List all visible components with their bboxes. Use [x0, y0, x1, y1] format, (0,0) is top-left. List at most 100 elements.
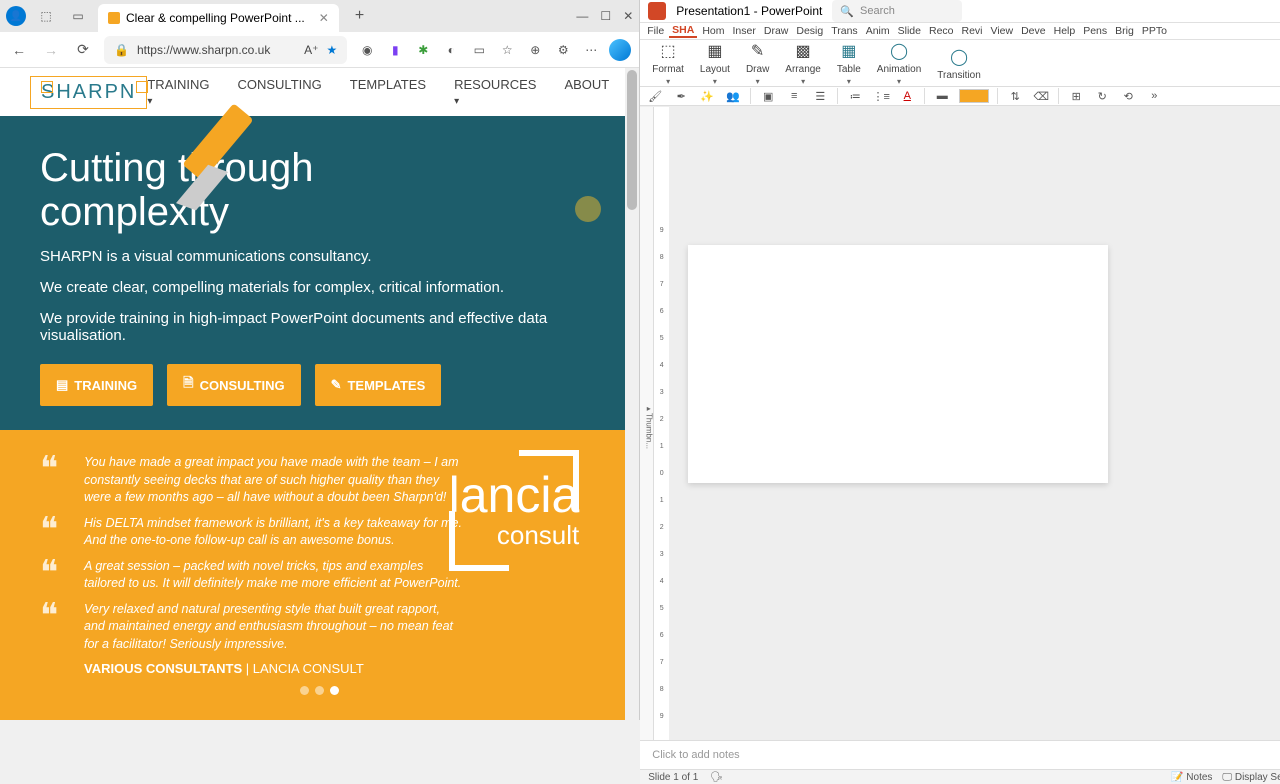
minimize-icon[interactable]: —: [576, 9, 588, 23]
tab-transitions[interactable]: Trans: [828, 25, 860, 37]
extensions-icon[interactable]: ⚙: [553, 40, 573, 60]
ribbon-transition[interactable]: ◯Transition: [929, 46, 989, 81]
copilot-icon[interactable]: [609, 39, 631, 61]
qat-spacing-icon[interactable]: ⇅: [1006, 87, 1024, 105]
qat-fill-color[interactable]: [959, 89, 989, 103]
ribbon-animation[interactable]: ◯Animation▾: [869, 40, 929, 86]
back-button[interactable]: ←: [8, 39, 30, 61]
accessibility-icon[interactable]: 🗣: [710, 772, 723, 783]
nav-consulting[interactable]: CONSULTING: [237, 77, 321, 107]
document-icon: 🗎: [183, 374, 193, 396]
slide[interactable]: [688, 245, 1108, 483]
site-logo[interactable]: SHARPN: [30, 76, 147, 109]
tab-insert[interactable]: Inser: [730, 25, 759, 37]
tab-review[interactable]: Revi: [959, 25, 986, 37]
browser-tab[interactable]: Clear & compelling PowerPoint ... ✕: [98, 4, 339, 32]
ribbon-table[interactable]: ▦Table▾: [829, 40, 869, 86]
nav-about[interactable]: ABOUT: [564, 77, 609, 107]
tab-design[interactable]: Desig: [793, 25, 826, 37]
tab-record[interactable]: Reco: [926, 25, 957, 37]
qat-list-icon[interactable]: ≔: [846, 87, 864, 105]
qat-more-icon[interactable]: »: [1145, 87, 1163, 105]
thumbnail-panel-collapsed[interactable]: ▸ Thumbn...: [640, 107, 654, 740]
extension-icon-1[interactable]: ◉: [357, 40, 377, 60]
favorite-icon[interactable]: ★: [326, 43, 337, 57]
qat-magic-icon[interactable]: ✨: [698, 87, 716, 105]
expand-icon[interactable]: ▸: [644, 404, 653, 413]
carousel-dot-2[interactable]: [315, 686, 324, 695]
tabs-icon[interactable]: ▭: [66, 4, 90, 28]
tab-bright[interactable]: Brig: [1112, 25, 1137, 37]
tab-ppto[interactable]: PPTo: [1139, 25, 1170, 37]
menu-icon[interactable]: ⋯: [581, 40, 601, 60]
qat-align-icon[interactable]: ≡: [785, 87, 803, 105]
refresh-button[interactable]: ⟳: [72, 39, 94, 61]
cta-training[interactable]: ▤TRAINING: [40, 364, 153, 406]
extension-icon-3[interactable]: ✱: [413, 40, 433, 60]
scrollbar[interactable]: [625, 68, 639, 720]
carousel-dot-1[interactable]: [300, 686, 309, 695]
profile-icon[interactable]: 👤: [6, 6, 26, 26]
tab-developer[interactable]: Deve: [1018, 25, 1049, 37]
favorites-bar-icon[interactable]: ☆: [497, 40, 517, 60]
ribbon: ⬚Format▾ ▦Layout▾ ✎Draw▾ ▩Arrange▾ ▦Tabl…: [640, 40, 1280, 87]
qat-reset-icon[interactable]: ⟲: [1119, 87, 1137, 105]
table-icon: ▦: [838, 40, 860, 62]
browser-window: 👤 ⬚ ▭ Clear & compelling PowerPoint ... …: [0, 0, 640, 720]
qat-numbered-icon[interactable]: ⋮≡: [872, 87, 890, 105]
address-bar[interactable]: 🔒 https://www.sharpn.co.uk A⁺ ★: [104, 36, 347, 64]
tab-view[interactable]: View: [988, 25, 1017, 37]
tab-help[interactable]: Help: [1051, 25, 1079, 37]
reader-icon[interactable]: A⁺: [304, 43, 318, 57]
qat-eyedropper-icon[interactable]: ✒: [672, 87, 690, 105]
tab-sha[interactable]: SHA: [669, 24, 697, 38]
qat-teams-icon[interactable]: 👥: [724, 87, 742, 105]
tab-slideshow[interactable]: Slide: [895, 25, 924, 37]
ribbon-format[interactable]: ⬚Format▾: [644, 40, 692, 86]
ribbon-layout[interactable]: ▦Layout▾: [692, 40, 738, 86]
notes-toggle[interactable]: 📝 Notes: [1171, 772, 1212, 783]
nav-resources[interactable]: RESOURCES: [454, 77, 536, 107]
close-window-icon[interactable]: ✕: [623, 9, 633, 23]
qat-format-painter-icon[interactable]: 🖌: [646, 87, 664, 105]
split-icon[interactable]: ▭: [469, 40, 489, 60]
qat-align2-icon[interactable]: ☰: [811, 87, 829, 105]
nav-templates[interactable]: TEMPLATES: [350, 77, 426, 107]
notes-pane[interactable]: Click to add notes: [640, 740, 1280, 769]
url-text: https://www.sharpn.co.uk: [137, 43, 270, 57]
quote-text-1: You have made a great impact you have ma…: [84, 454, 464, 507]
tab-pens[interactable]: Pens: [1080, 25, 1110, 37]
qat-highlight-icon[interactable]: ▣: [759, 87, 777, 105]
collections-icon[interactable]: ⊕: [525, 40, 545, 60]
forward-button[interactable]: →: [40, 39, 62, 61]
new-tab-button[interactable]: +: [347, 7, 372, 25]
qat-clear-icon[interactable]: ⌫: [1032, 87, 1050, 105]
display-settings[interactable]: 🖵 Display Settings: [1222, 772, 1280, 783]
ribbon-arrange[interactable]: ▩Arrange▾: [777, 40, 829, 86]
cta-row: ▤TRAINING 🗎CONSULTING ✎TEMPLATES: [40, 364, 599, 406]
carousel-dots: [40, 686, 599, 695]
carousel-dot-3[interactable]: [330, 686, 339, 695]
qat-rotate-icon[interactable]: ↻: [1093, 87, 1111, 105]
tab-animations[interactable]: Anim: [863, 25, 893, 37]
qat-fontcolor-icon[interactable]: A: [898, 87, 916, 105]
tab-home[interactable]: Hom: [699, 25, 727, 37]
vertical-ruler: 9876543210123456789: [654, 107, 670, 740]
extension-icon-2[interactable]: ▮: [385, 40, 405, 60]
scroll-thumb[interactable]: [627, 70, 637, 210]
search-input[interactable]: 🔍 Search: [832, 0, 962, 22]
maximize-icon[interactable]: ☐: [600, 9, 611, 23]
tab-draw[interactable]: Draw: [761, 25, 792, 37]
cta-templates[interactable]: ✎TEMPLATES: [315, 364, 442, 406]
nav-training[interactable]: TRAINING: [147, 77, 209, 107]
qat-group-icon[interactable]: ⊞: [1067, 87, 1085, 105]
cta-consulting[interactable]: 🗎CONSULTING: [167, 364, 300, 406]
close-tab-icon[interactable]: ✕: [319, 11, 329, 25]
ribbon-draw[interactable]: ✎Draw▾: [738, 40, 777, 86]
qat-shapecolor-icon[interactable]: ▬: [933, 87, 951, 105]
extension-icon-4[interactable]: ◐: [441, 40, 461, 60]
tab-file[interactable]: File: [644, 25, 667, 37]
slide-canvas[interactable]: [670, 107, 1280, 740]
workspace-icon[interactable]: ⬚: [34, 4, 58, 28]
browser-navbar: ← → ⟳ 🔒 https://www.sharpn.co.uk A⁺ ★ ◉ …: [0, 32, 639, 68]
